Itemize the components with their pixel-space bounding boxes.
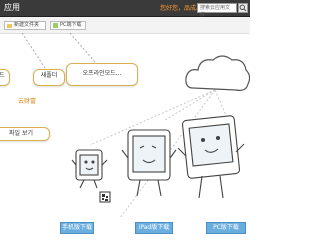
bubble-new-folder: 새폴더 [33, 69, 65, 86]
bubble-offline-mode: 오프라인모드... [66, 63, 138, 86]
pc-download-button[interactable]: PC版下载 [206, 222, 246, 234]
guide-lines [21, 32, 96, 69]
bubble-1: 드 [0, 69, 10, 86]
bubble-view-files: 파일 보기 [0, 127, 50, 141]
ipad-download-button[interactable]: iPad版下载 [135, 222, 173, 234]
hint-link[interactable]: 云财富 [18, 96, 36, 105]
phone-download-button[interactable]: 手机版下载 [60, 222, 94, 234]
